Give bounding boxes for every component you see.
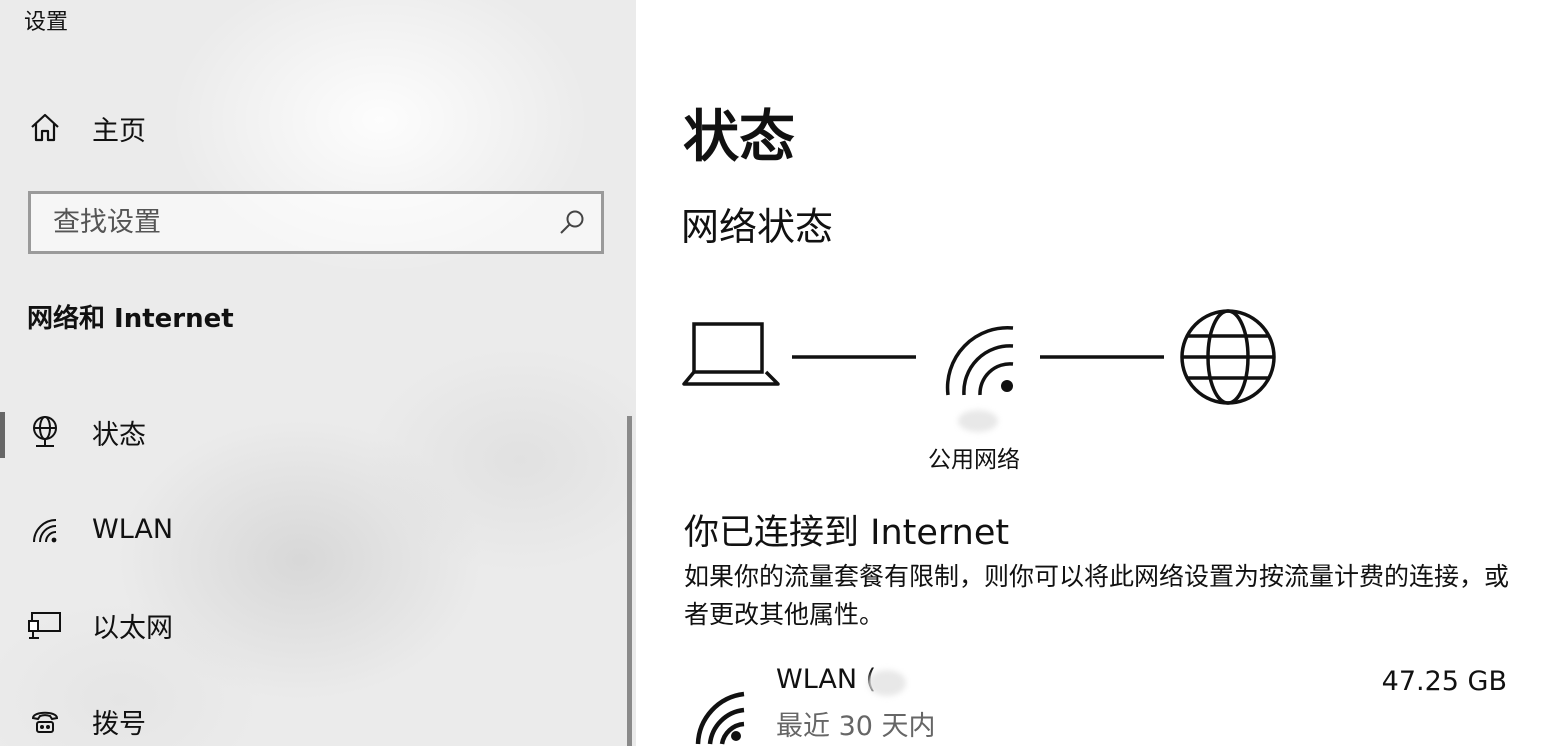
network-status-title: 网络状态 bbox=[681, 205, 834, 249]
section-header: 网络和 Internet bbox=[27, 304, 234, 334]
app-title: 设置 bbox=[24, 10, 69, 35]
globe-icon bbox=[1180, 309, 1276, 405]
redacted-ssid bbox=[868, 670, 906, 696]
sidebar-scrollbar[interactable] bbox=[627, 416, 632, 746]
sidebar-item-dialup[interactable]: 拨号 bbox=[0, 697, 600, 745]
sidebar-item-ethernet[interactable]: 以太网 bbox=[0, 601, 600, 649]
search-icon[interactable] bbox=[557, 208, 587, 238]
nav-home-label: 主页 bbox=[92, 115, 146, 147]
status-globe-icon bbox=[28, 415, 62, 449]
network-type-label: 公用网络 bbox=[928, 447, 1020, 473]
active-indicator bbox=[0, 412, 5, 458]
sidebar-item-label: WLAN bbox=[92, 513, 174, 545]
wifi-icon bbox=[694, 682, 754, 746]
sidebar-item-label: 以太网 bbox=[92, 612, 173, 644]
network-diagram bbox=[680, 300, 1300, 420]
connection-row[interactable]: WLAN ( 最近 30 天内 47.25 GB bbox=[636, 660, 1551, 746]
wifi-icon bbox=[28, 512, 62, 546]
nav-home[interactable]: 主页 bbox=[0, 104, 600, 152]
main-content: 状态 网络状态 公用网络 你已连接到 Internet 如果你的流量套餐有限制，… bbox=[636, 0, 1551, 746]
search-input[interactable] bbox=[53, 197, 553, 248]
search-box[interactable] bbox=[28, 191, 604, 254]
dialup-icon bbox=[28, 704, 62, 738]
connected-description: 如果你的流量套餐有限制，则你可以将此网络设置为按流量计费的连接，或者更改其他属性… bbox=[684, 562, 1510, 629]
redacted-network-ssid bbox=[958, 410, 998, 432]
laptop-icon bbox=[682, 322, 780, 386]
sidebar-item-wlan[interactable]: WLAN bbox=[0, 505, 600, 553]
sidebar-item-label: 状态 bbox=[92, 419, 146, 451]
sidebar: 设置 主页 网络和 Internet bbox=[0, 0, 636, 746]
ethernet-icon bbox=[28, 608, 62, 642]
data-usage: 47.25 GB bbox=[1381, 666, 1507, 697]
wifi-icon bbox=[945, 326, 1014, 396]
sidebar-item-status[interactable]: 状态 bbox=[0, 408, 600, 458]
settings-window: 设置 主页 网络和 Internet bbox=[0, 0, 1551, 746]
connection-period: 最近 30 天内 bbox=[776, 711, 936, 742]
connection-name: WLAN ( bbox=[776, 664, 877, 695]
home-icon bbox=[28, 111, 62, 145]
connected-title: 你已连接到 Internet bbox=[684, 513, 1010, 553]
page-title: 状态 bbox=[683, 105, 795, 170]
sidebar-item-label: 拨号 bbox=[92, 708, 146, 740]
